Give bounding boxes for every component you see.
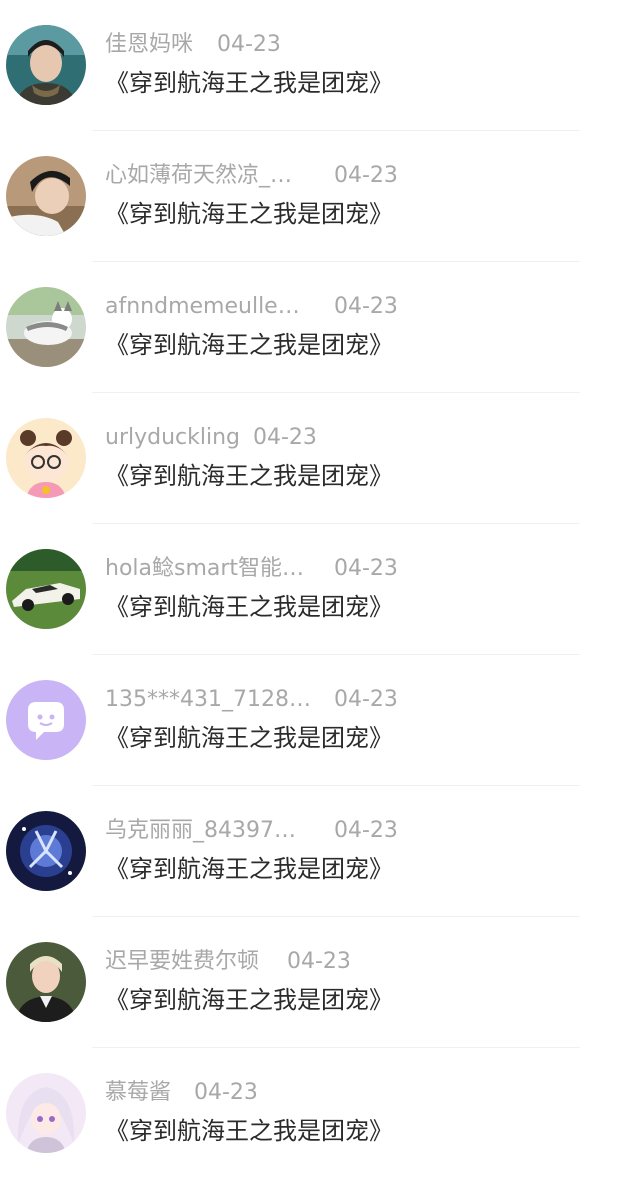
chat-bubble-icon [6,680,86,760]
avatar[interactable] [6,156,86,236]
avatar[interactable] [6,287,86,367]
date: 04-23 [253,425,317,450]
book-title[interactable]: 《穿到航海王之我是团宠》 [105,721,393,755]
list-item[interactable]: 佳恩妈咪 04-23 《穿到航海王之我是团宠》 [0,0,640,131]
book-title[interactable]: 《穿到航海王之我是团宠》 [105,66,393,100]
date: 04-23 [334,294,398,319]
user-name[interactable]: 佳恩妈咪 [105,30,193,60]
user-name[interactable]: 心如薄荷天然凉_… [105,161,292,191]
list-item[interactable]: 乌克丽丽_84397… 04-23 《穿到航海王之我是团宠》 [0,786,640,917]
user-name[interactable]: 135***431_7128… [105,685,311,715]
user-name[interactable]: afnndmemeulle… [105,292,300,322]
book-title[interactable]: 《穿到航海王之我是团宠》 [105,852,393,886]
avatar[interactable] [6,942,86,1022]
book-title[interactable]: 《穿到航海王之我是团宠》 [105,1114,393,1148]
list-item[interactable]: hola鲶smart智能… 04-23 《穿到航海王之我是团宠》 [0,524,640,655]
book-title[interactable]: 《穿到航海王之我是团宠》 [105,590,393,624]
user-name[interactable]: hola鲶smart智能… [105,554,304,584]
date: 04-23 [217,32,281,57]
date: 04-23 [334,163,398,188]
user-name[interactable]: 慕莓酱 [105,1078,171,1108]
list-item[interactable]: 心如薄荷天然凉_… 04-23 《穿到航海王之我是团宠》 [0,131,640,262]
list-item[interactable]: afnndmemeulle… 04-23 《穿到航海王之我是团宠》 [0,262,640,393]
avatar[interactable] [6,680,86,760]
sports-car-photo-icon [6,549,86,629]
book-title[interactable]: 《穿到航海王之我是团宠》 [105,328,393,362]
user-name[interactable]: 乌克丽丽_84397… [105,816,296,846]
book-title[interactable]: 《穿到航海王之我是团宠》 [105,197,393,231]
date: 04-23 [194,1080,258,1105]
avatar[interactable] [6,418,86,498]
list-item[interactable]: 135***431_7128… 04-23 《穿到航海王之我是团宠》 [0,655,640,786]
young-man-photo-icon [6,156,86,236]
date: 04-23 [334,556,398,581]
date: 04-23 [287,949,351,974]
anime-girl-icon [6,1073,86,1153]
book-title[interactable]: 《穿到航海王之我是团宠》 [105,459,393,493]
avatar[interactable] [6,549,86,629]
avatar[interactable] [6,25,86,105]
galaxy-warrior-icon [6,811,86,891]
list-item[interactable]: urlyduckling 04-23 《穿到航海王之我是团宠》 [0,393,640,524]
list-item[interactable]: 迟早要姓费尔顿 04-23 《穿到航海王之我是团宠》 [0,917,640,1048]
list-item[interactable]: 慕莓酱 04-23 《穿到航海王之我是团宠》 [0,1048,640,1179]
husky-dog-photo-icon [6,287,86,367]
avatar[interactable] [6,1073,86,1153]
blond-man-photo-icon [6,942,86,1022]
user-name[interactable]: urlyduckling [105,423,240,453]
avatar[interactable] [6,811,86,891]
user-name[interactable]: 迟早要姓费尔顿 [105,947,259,977]
cartoon-girl-icon [6,418,86,498]
date: 04-23 [334,687,398,712]
date: 04-23 [334,818,398,843]
woman-photo-icon [6,25,86,105]
book-title[interactable]: 《穿到航海王之我是团宠》 [105,983,393,1017]
